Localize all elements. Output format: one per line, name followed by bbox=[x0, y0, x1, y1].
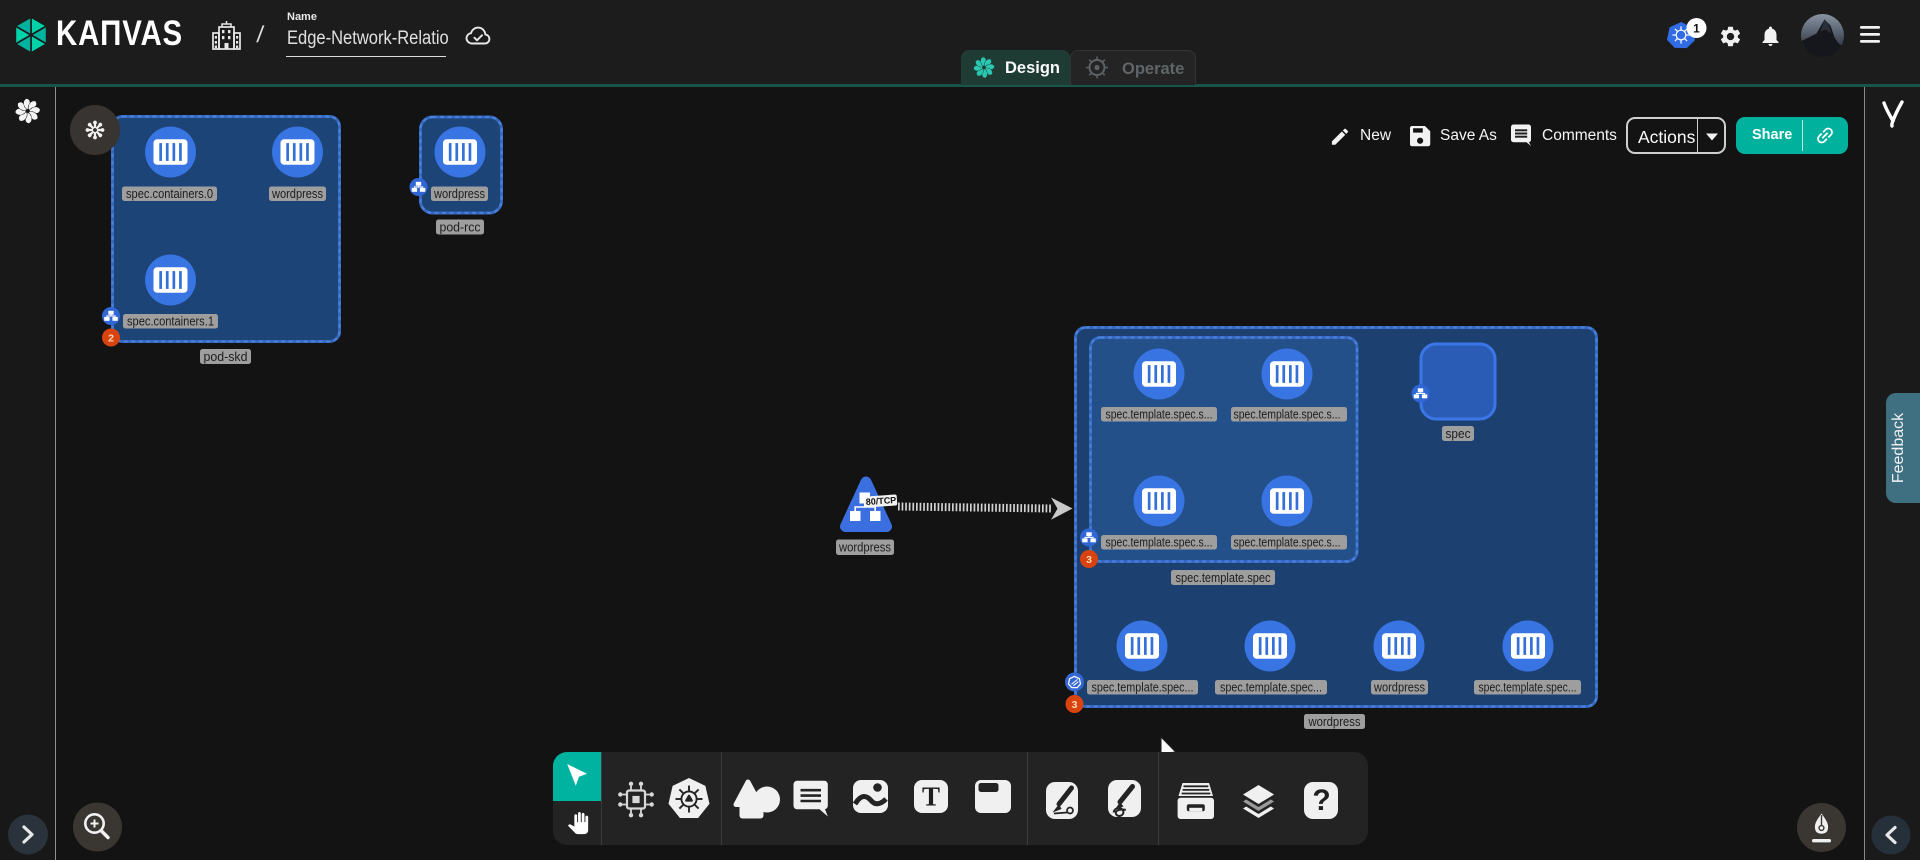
svg-text:pod-rcc: pod-rcc bbox=[440, 221, 481, 235]
svg-text:spec.template.spec.s...: spec.template.spec.s... bbox=[1234, 408, 1341, 422]
svg-text:80/TCP: 80/TCP bbox=[865, 495, 896, 507]
svg-text:spec.template.spec...: spec.template.spec... bbox=[1092, 681, 1194, 695]
svg-text:1: 1 bbox=[1693, 21, 1700, 35]
svg-text:2: 2 bbox=[108, 333, 114, 345]
svg-text:spec.template.spec...: spec.template.spec... bbox=[1479, 681, 1577, 695]
svg-text:spec.template.spec...: spec.template.spec... bbox=[1220, 681, 1322, 695]
svg-text:spec.template.spec.s...: spec.template.spec.s... bbox=[1106, 408, 1213, 422]
svg-text:spec.template.spec: spec.template.spec bbox=[1176, 571, 1271, 585]
svg-text:wordpress: wordpress bbox=[1308, 715, 1361, 729]
svg-text:3: 3 bbox=[1072, 699, 1078, 711]
svg-text:spec.template.spec.s...: spec.template.spec.s... bbox=[1106, 536, 1213, 550]
svg-text:wordpress: wordpress bbox=[1373, 681, 1425, 695]
svg-text:spec: spec bbox=[1446, 427, 1471, 441]
svg-text:wordpress: wordpress bbox=[433, 187, 485, 201]
svg-text:3: 3 bbox=[1086, 554, 1092, 566]
svg-text:pod-skd: pod-skd bbox=[204, 350, 248, 364]
svg-text:spec.containers.0: spec.containers.0 bbox=[126, 187, 213, 201]
svg-text:wordpress: wordpress bbox=[271, 187, 323, 201]
svg-text:wordpress: wordpress bbox=[838, 541, 891, 555]
svg-text:spec.containers.1: spec.containers.1 bbox=[127, 315, 214, 329]
svg-text:spec.template.spec.s...: spec.template.spec.s... bbox=[1234, 536, 1341, 550]
